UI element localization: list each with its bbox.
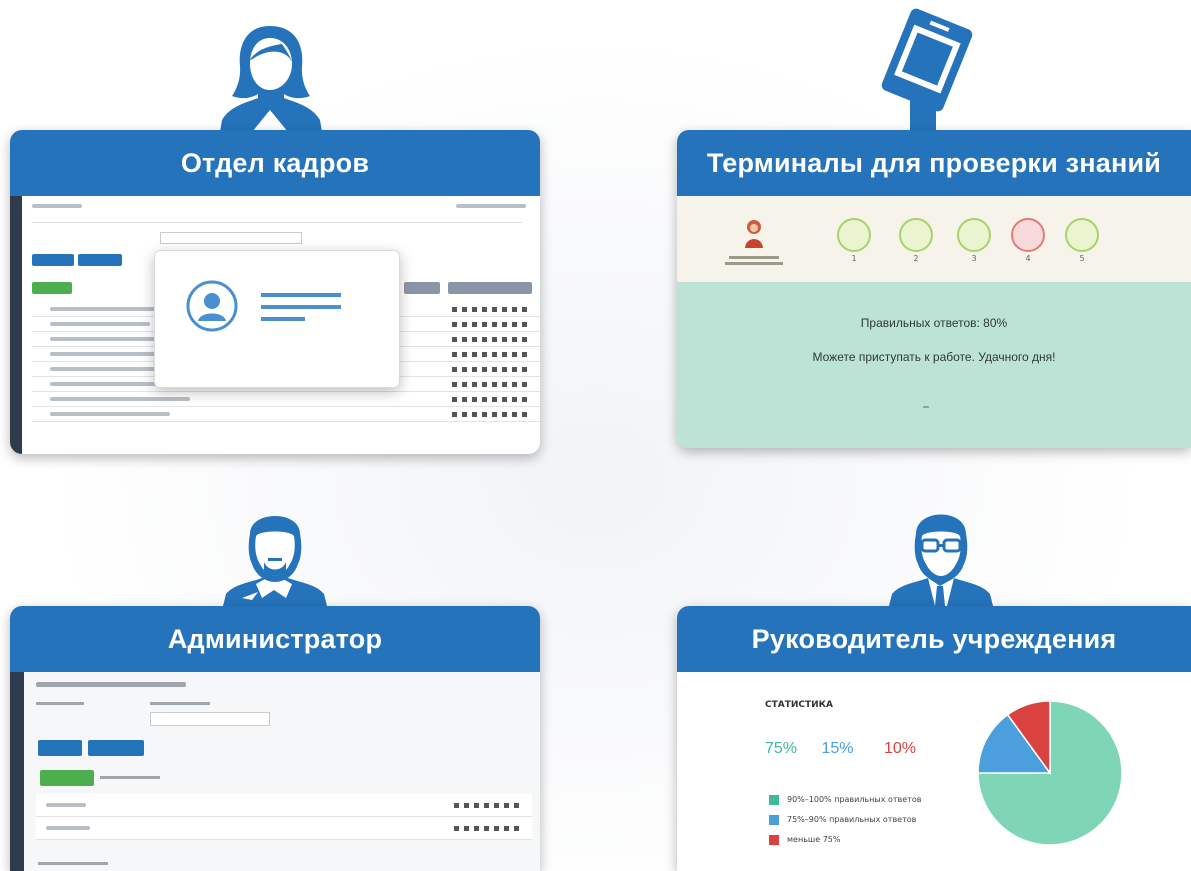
hr-search-button[interactable] (32, 254, 74, 266)
profile-line (261, 293, 341, 297)
manager-man-icon (888, 514, 994, 610)
admin-table (36, 794, 532, 840)
administrator-man-icon (222, 516, 328, 610)
hr-card-title: Отдел кадров (10, 130, 540, 196)
manager-card: Руководитель учреждения СТАТИСТИКА 75% 1… (677, 606, 1191, 871)
terminal-result-panel: Правильных ответов: 80% Можете приступат… (677, 282, 1191, 448)
profile-card (154, 250, 400, 388)
statistics-pie-chart (977, 700, 1123, 846)
hr-export-button[interactable] (448, 282, 532, 294)
terminal-topbar: 1 2 3 4 5 (677, 196, 1191, 282)
manager-card-title: Руководитель учреждения (677, 606, 1191, 672)
hr-woman-icon (220, 26, 322, 132)
admin-screenshot (10, 672, 540, 871)
user-avatar-icon (186, 280, 238, 332)
hr-card: Отдел кадров (10, 130, 540, 454)
admin-card-title: Администратор (10, 606, 540, 672)
admin-sidebar (10, 672, 24, 871)
question-1-number: 1 (851, 254, 857, 263)
hr-filter-input[interactable] (160, 232, 302, 244)
question-1-icon[interactable] (837, 218, 871, 252)
legend-swatch (769, 814, 779, 825)
profile-line (261, 317, 305, 321)
question-3-number: 3 (971, 254, 977, 263)
admin-clear-button[interactable] (88, 740, 144, 756)
hr-add-button[interactable] (32, 282, 72, 294)
stats-legend: 90%–100% правильных ответов 75%–90% прав… (769, 790, 921, 850)
question-3-icon[interactable] (957, 218, 991, 252)
percent-high: 75% (765, 740, 798, 757)
admin-page-title (36, 682, 186, 687)
percent-mid: 15% (821, 740, 854, 757)
legend-item: меньше 75% (769, 830, 921, 850)
legend-item: 90%–100% правильных ответов (769, 790, 921, 810)
hr-clear-button[interactable] (78, 254, 122, 266)
terminal-kiosk-icon (881, 8, 973, 132)
terminal-screen: 1 2 3 4 5 Правильных ответов: 80% Можете… (677, 196, 1191, 448)
question-2-icon[interactable] (899, 218, 933, 252)
table-row[interactable] (32, 392, 540, 407)
question-5-number: 5 (1079, 254, 1085, 263)
admin-card: Администратор (10, 606, 540, 871)
stats-percents: 75% 15% 10% (765, 740, 916, 758)
admin-add-button[interactable] (40, 770, 94, 786)
question-4-number: 4 (1025, 254, 1031, 263)
legend-item: 75%–90% правильных ответов (769, 810, 921, 830)
manager-dashboard: СТАТИСТИКА 75% 15% 10% 90%–100% правильн… (677, 672, 1191, 871)
terminal-card: Терминалы для проверки знаний 1 2 3 4 5 … (677, 130, 1191, 448)
hr-page-title (32, 204, 82, 208)
terminal-card-title: Терминалы для проверки знаний (677, 130, 1191, 196)
legend-swatch (769, 794, 779, 805)
result-line: Правильных ответов: 80% (860, 316, 1008, 330)
percent-low: 10% (883, 740, 916, 757)
employee-photo-icon (745, 220, 763, 248)
result-message: Можете приступать к работе. Удачного дня… (812, 350, 1056, 364)
table-row[interactable] (36, 794, 532, 817)
question-2-number: 2 (913, 254, 919, 263)
legend-swatch (769, 834, 779, 845)
stats-title: СТАТИСТИКА (765, 700, 833, 710)
admin-filter-input[interactable] (150, 712, 270, 726)
hr-sidebar (10, 196, 22, 454)
question-5-icon[interactable] (1065, 218, 1099, 252)
profile-line (261, 305, 341, 309)
table-row[interactable] (32, 407, 540, 422)
admin-search-button[interactable] (38, 740, 82, 756)
hr-screenshot (10, 196, 540, 454)
question-4-icon[interactable] (1011, 218, 1045, 252)
table-row[interactable] (36, 817, 532, 840)
hr-print-button[interactable] (404, 282, 440, 294)
